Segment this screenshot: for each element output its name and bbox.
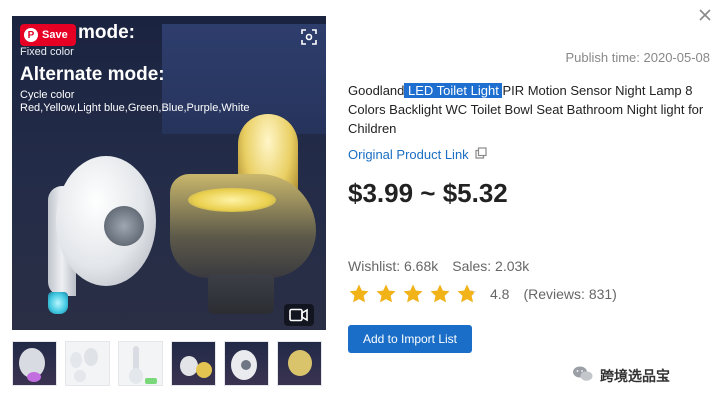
star-icon (457, 284, 477, 303)
star-icon (430, 284, 450, 303)
pinterest-save-button[interactable]: P Save (20, 24, 76, 46)
video-icon[interactable] (284, 304, 314, 326)
watermark: 跨境选品宝 (572, 365, 670, 386)
product-main-image[interactable]: P Save mode: Fixed color Alternate mode:… (12, 16, 326, 330)
wishlist-count: Wishlist: 6.68k (348, 258, 439, 274)
toilet-base-image (208, 274, 274, 314)
product-stats: Wishlist: 6.68k Sales: 2.03k (348, 258, 529, 274)
watermark-text: 跨境选品宝 (600, 367, 670, 384)
price-range: $3.99 ~ $5.32 (348, 178, 508, 208)
thumbnail-2[interactable] (65, 341, 110, 386)
fixed-color-text: Fixed color (20, 46, 74, 58)
toilet-glow (188, 188, 276, 212)
original-product-link[interactable]: Original Product Link (348, 147, 487, 162)
thumbnail-6[interactable] (277, 341, 322, 386)
sales-count: Sales: 2.03k (452, 258, 530, 274)
pinterest-icon: P (24, 28, 38, 42)
product-title: Goodland LED Toilet Light PIR Motion Sen… (348, 81, 708, 138)
save-label: Save (42, 29, 68, 41)
review-count: (Reviews: 831) (523, 286, 617, 302)
thumbnail-strip (12, 341, 322, 386)
star-icon (403, 284, 423, 303)
thumbnail-5[interactable] (224, 341, 269, 386)
thumbnail-1[interactable] (12, 341, 57, 386)
visual-search-icon[interactable] (298, 26, 320, 48)
cycle-color-text: Cycle color (20, 89, 75, 101)
rating-stars (348, 283, 478, 305)
star-icon (349, 284, 369, 303)
alternate-mode-heading: Alternate mode: (20, 64, 165, 85)
title-brand: Goodland (348, 83, 405, 98)
add-to-import-list-button[interactable]: Add to Import List (348, 325, 472, 353)
color-list-text: Red,Yellow,Light blue,Green,Blue,Purple,… (20, 102, 250, 114)
title-highlight: LED Toilet Light (404, 83, 503, 98)
rating-row: 4.8 (Reviews: 831) (348, 283, 617, 305)
thumbnail-4[interactable] (171, 341, 216, 386)
original-link-label: Original Product Link (348, 147, 469, 162)
publish-time: Publish time: 2020-05-08 (565, 50, 710, 65)
device-led-glow (48, 292, 68, 314)
rating-value: 4.8 (490, 286, 510, 302)
mode-heading: mode: (78, 22, 135, 43)
motion-sensor-lens (104, 206, 144, 246)
wechat-icon (572, 365, 594, 386)
close-icon[interactable] (698, 8, 714, 24)
copy-icon[interactable] (475, 147, 487, 162)
thumbnail-3[interactable] (118, 341, 163, 386)
star-icon (376, 284, 396, 303)
